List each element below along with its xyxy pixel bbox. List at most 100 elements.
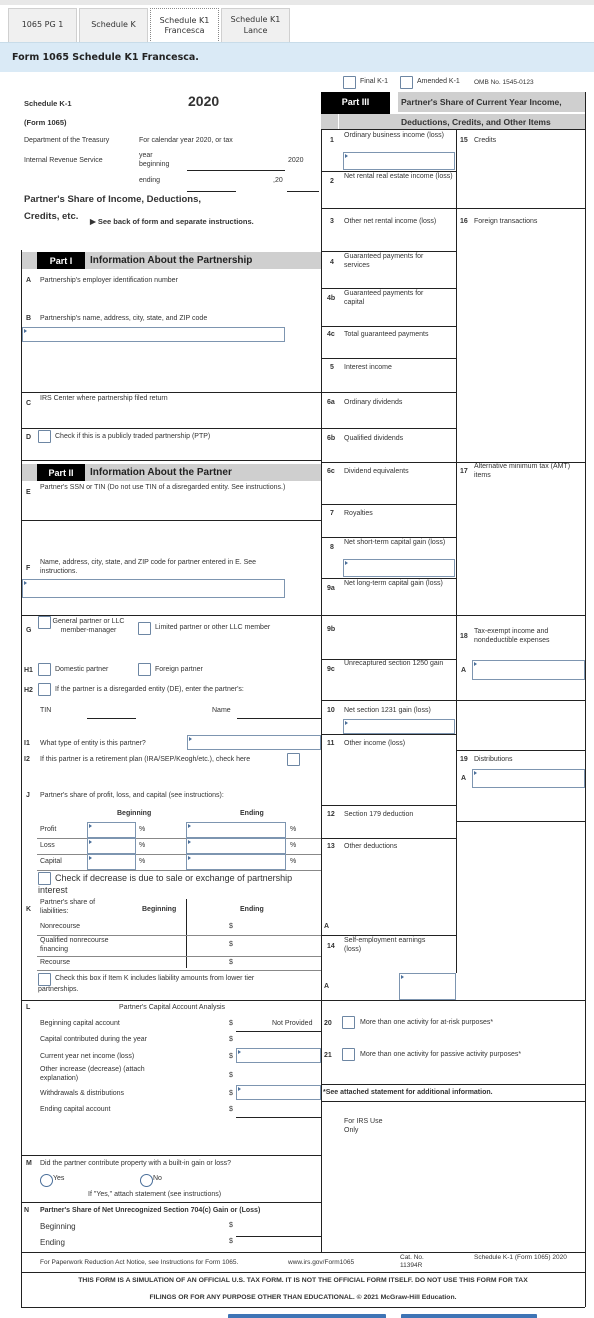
catalog-number: Cat. No. 11394R <box>400 1254 424 1270</box>
form-left-border <box>21 250 22 1307</box>
j-profit-label: Profit <box>40 826 57 833</box>
final-k1-checkbox[interactable] <box>343 76 356 89</box>
part3-column-divider <box>456 130 457 973</box>
disregarded-entity-checkbox[interactable] <box>38 683 51 696</box>
form-title-banner: Form 1065 Schedule K1 Francesca. <box>0 42 594 72</box>
line-divider <box>321 537 456 538</box>
form-main-title-1: Partner's Share of Income, Deductions, <box>24 194 201 205</box>
amended-k1-checkbox[interactable] <box>400 76 413 89</box>
percent-sign: % <box>290 858 297 865</box>
line6a-label: Ordinary dividends <box>344 399 403 406</box>
tab-1065-pg1[interactable]: 1065 PG 1 <box>8 8 77 42</box>
line9a-number: 9a <box>327 585 335 592</box>
divider-d <box>22 428 321 429</box>
line18-label: Tax-exempt income and nondeductible expe… <box>474 628 550 644</box>
retirement-plan-checkbox[interactable] <box>287 753 300 766</box>
line-divider <box>321 1000 585 1001</box>
line-divider <box>321 288 456 289</box>
foreign-partner-checkbox[interactable] <box>138 663 151 676</box>
line1-label: Ordinary business income (loss) <box>344 132 444 139</box>
footer-disclaimer-top <box>21 1272 585 1273</box>
item-e-letter: E <box>26 489 31 496</box>
tab-schedule-k1-lance[interactable]: Schedule K1 Lance <box>221 8 290 42</box>
line-divider <box>321 578 456 579</box>
line9b-number: 9b <box>327 626 336 633</box>
line19-label: Distributions <box>474 756 513 763</box>
line11-number: 11 <box>327 740 335 747</box>
part3-header-bottom <box>321 129 585 130</box>
divider-g <box>22 615 321 616</box>
line10-number: 10 <box>327 707 335 714</box>
dollar-sign: $ <box>229 941 233 948</box>
line21-checkbox[interactable] <box>342 1048 355 1061</box>
capital-beginning-input[interactable] <box>87 854 136 870</box>
profit-beginning-input[interactable] <box>87 822 136 838</box>
item-i2-label: If this partner is a retirement plan (IR… <box>40 756 251 763</box>
capital-ending-input[interactable] <box>186 854 286 870</box>
builtin-gain-no-radio[interactable] <box>140 1174 153 1187</box>
entity-type-input[interactable] <box>187 735 321 750</box>
item-b-label: Partnership's name, address, city, state… <box>40 315 208 322</box>
final-k1-label: Final K-1 <box>360 78 389 85</box>
other-increase-label: Other increase (decrease) (attach explan… <box>40 1066 145 1082</box>
tab-bar: 1065 PG 1 Schedule K Schedule K1 Frances… <box>8 8 292 43</box>
line20-label: More than one activity for at-risk purpo… <box>360 1019 494 1026</box>
line20-checkbox[interactable] <box>342 1016 355 1029</box>
tab-schedule-k[interactable]: Schedule K <box>79 8 148 42</box>
dollar-sign: $ <box>229 1036 233 1043</box>
line-divider <box>321 251 456 252</box>
item-j-label: Partner's share of profit, loss, and cap… <box>40 792 224 799</box>
item-f-label: Name, address, city, state, and ZIP code… <box>40 559 257 575</box>
part3-label: Part III <box>321 92 390 112</box>
line14-code-a: A <box>324 983 330 990</box>
partnership-name-input[interactable] <box>22 327 285 342</box>
partner-name-input[interactable] <box>22 579 285 598</box>
builtin-gain-yes-radio[interactable] <box>40 1174 53 1187</box>
k-qualified-label: Qualified nonrecourse financing <box>40 937 109 953</box>
tab-label: 1065 PG 1 <box>21 20 64 30</box>
de-name-line <box>237 718 321 719</box>
loss-ending-input[interactable] <box>186 838 286 854</box>
part1-label: Part I <box>37 252 85 269</box>
k-nonrecourse-label: Nonrecourse <box>40 923 81 930</box>
beginning-capital-line <box>236 1031 321 1032</box>
domestic-partner-checkbox[interactable] <box>38 663 51 676</box>
builtin-gain-note: If "Yes," attach statement (see instruct… <box>88 1191 222 1198</box>
line14-a-input[interactable] <box>399 973 456 1000</box>
tab-schedule-k1-francesca[interactable]: Schedule K1 Francesca <box>150 8 219 43</box>
line-divider <box>321 700 585 701</box>
divider-part2 <box>22 460 321 461</box>
line-divider <box>321 838 456 839</box>
profit-ending-input[interactable] <box>186 822 286 838</box>
item-a-label: Partnership's employer identification nu… <box>40 277 178 284</box>
ptp-checkbox[interactable] <box>38 430 51 443</box>
line1-number: 1 <box>330 137 334 144</box>
percent-sign: % <box>290 842 297 849</box>
ending-capital-label: Ending capital account <box>40 1106 111 1113</box>
item-i1-label: What type of entity is this partner? <box>40 740 146 747</box>
withdrawals-input[interactable] <box>236 1085 321 1100</box>
part3-spacer <box>338 114 390 129</box>
limited-partner-checkbox[interactable] <box>138 622 151 635</box>
line10-input[interactable] <box>343 719 455 734</box>
item-a-letter: A <box>26 277 32 284</box>
foreign-partner-label: Foreign partner <box>155 666 203 673</box>
domestic-partner-label: Domestic partner <box>55 666 109 673</box>
item-h2-label: If the partner is a disregarded entity (… <box>55 686 244 693</box>
line16-label: Foreign transactions <box>474 218 538 225</box>
line19-a-input[interactable] <box>472 769 585 788</box>
k-row-divider <box>37 956 321 957</box>
line8-input[interactable] <box>343 559 455 577</box>
line4-label: Guaranteed payments for services <box>344 253 424 269</box>
line18-a-input[interactable] <box>472 660 585 680</box>
loss-beginning-input[interactable] <box>87 838 136 854</box>
item-e-label: Partner's SSN or TIN (Do not use TIN of … <box>40 484 286 491</box>
divider-f <box>22 520 321 521</box>
line1-input[interactable] <box>343 152 455 170</box>
current-year-income-input[interactable] <box>236 1048 321 1063</box>
line2-number: 2 <box>330 178 334 185</box>
previous-button[interactable] <box>228 1314 386 1318</box>
next-button[interactable] <box>401 1314 537 1318</box>
k-ending-header: Ending <box>240 906 264 913</box>
item-d-label: Check if this is a publicly traded partn… <box>55 433 211 440</box>
